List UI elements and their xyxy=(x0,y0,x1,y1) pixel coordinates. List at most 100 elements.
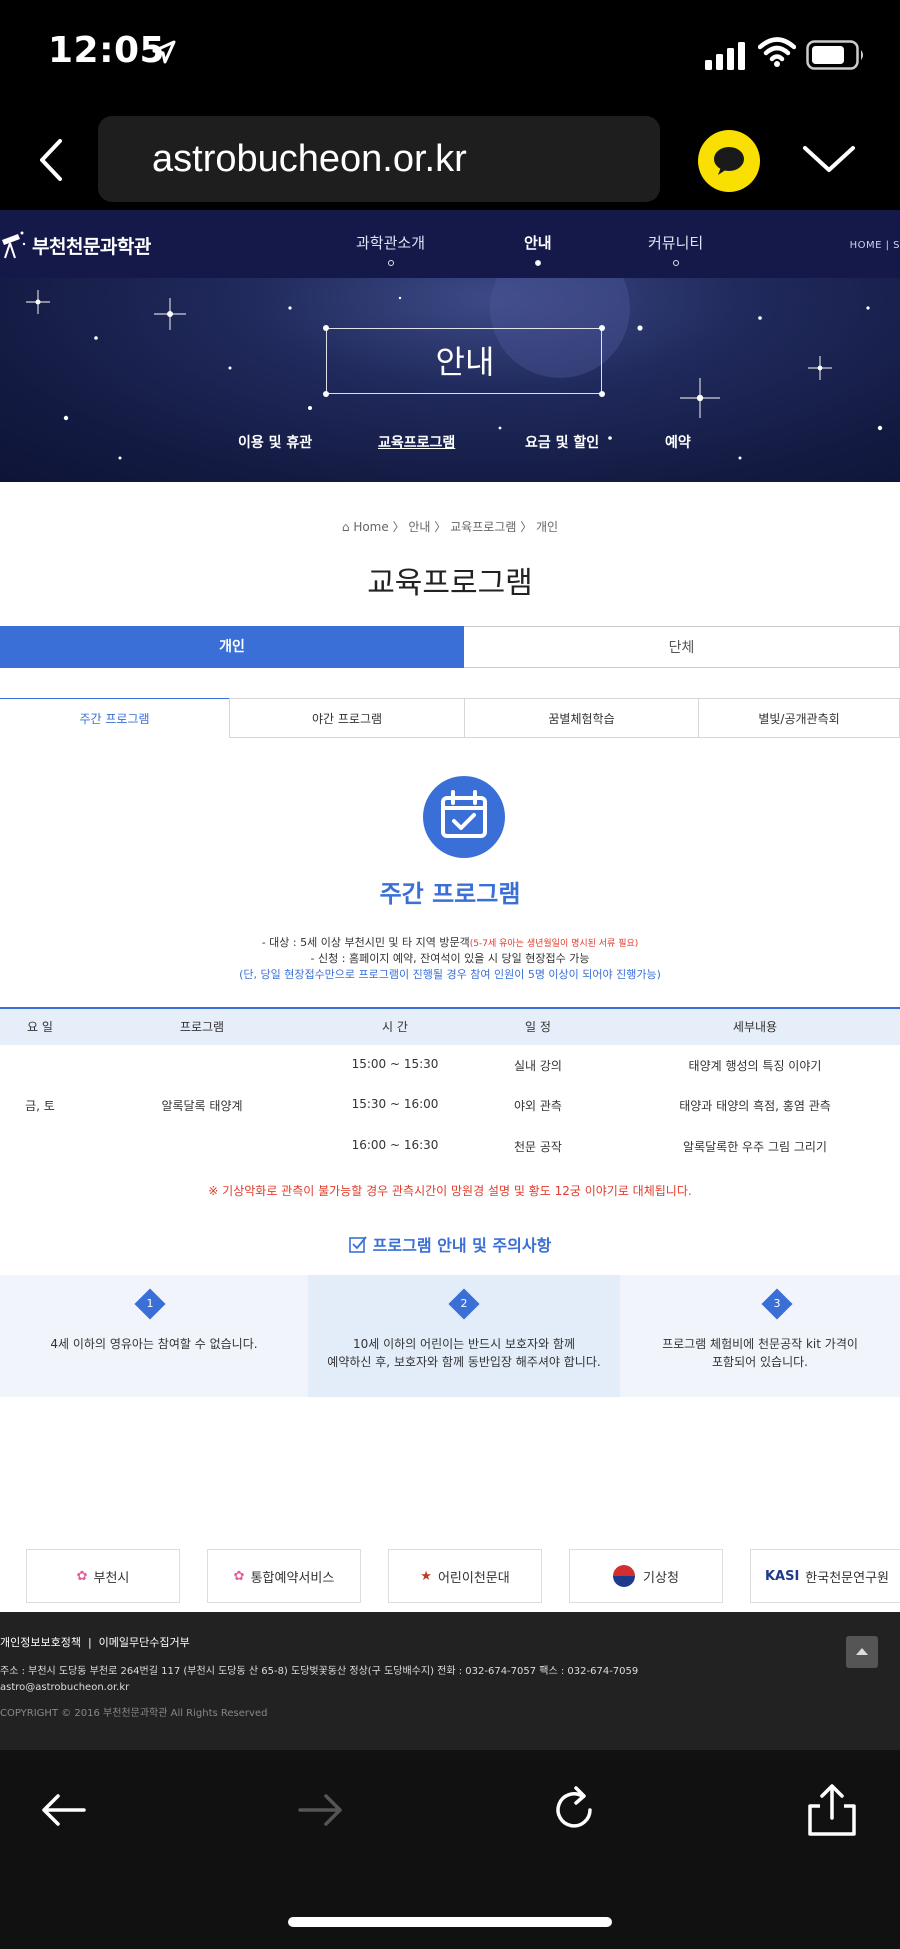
footer-address: 주소 : 부천시 도당동 부천로 264번길 117 (부천시 도당동 산 65… xyxy=(0,1666,639,1677)
kakao-talk-button[interactable] xyxy=(698,130,760,192)
breadcrumb-home[interactable]: Home xyxy=(353,520,388,534)
th-day: 요 일 xyxy=(27,1020,53,1034)
battery-icon xyxy=(806,40,863,70)
notice-text: 프로그램 체험비에 천문공작 kit 가격이 포함되어 있습니다. xyxy=(620,1335,900,1371)
site-footer: 개인정보보호정책 | 이메일무단수집거부 주소 : 부천시 도당동 부천로 26… xyxy=(0,1612,900,1750)
fantasia-logo-icon: ✿ xyxy=(233,1568,245,1584)
nav-dot xyxy=(387,260,394,266)
subtab-star-observation[interactable]: 별빛/공개관측회 xyxy=(698,698,900,738)
nav-item-guide[interactable]: 안내 xyxy=(524,232,552,266)
notice-card: 2 10세 이하의 어린이는 반드시 보호자와 함께예약하신 후, 보호자와 함… xyxy=(308,1275,620,1397)
banner-label: 어린이천문대 xyxy=(437,1570,510,1586)
info-target-text: - 대상 : 5세 이상 부천시민 및 타 지역 방문객 xyxy=(261,936,470,949)
weather-notice: ※ 기상악화로 관측이 불가능할 경우 관측시간이 망원경 설명 및 황도 12… xyxy=(208,1184,692,1198)
nav-dot xyxy=(672,260,679,266)
info-target: - 대상 : 5세 이상 부천시민 및 타 지역 방문객(5-7세 유아는 생년… xyxy=(0,934,900,950)
home-indicator xyxy=(288,1917,612,1927)
back-arrow-icon[interactable] xyxy=(34,1780,94,1840)
subtab-night-program[interactable]: 야간 프로그램 xyxy=(229,698,465,738)
notice-number-badge: 1 xyxy=(134,1288,166,1320)
hero-subnav-education[interactable]: 교육프로그램 xyxy=(378,432,455,452)
banner-label: 통합예약서비스 xyxy=(250,1570,335,1586)
breadcrumb-individual: 개인 xyxy=(536,520,559,534)
home-icon: ⌂ xyxy=(341,520,354,534)
th-time: 시 간 xyxy=(382,1020,408,1034)
footer-link-email-policy[interactable]: 이메일무단수집거부 xyxy=(99,1636,190,1649)
tab-group[interactable]: 단체 xyxy=(464,626,900,668)
banner-label: 기상청 xyxy=(643,1570,679,1586)
subtab-day-program[interactable]: 주간 프로그램 xyxy=(0,698,230,738)
footer-email: astro@astrobucheon.or.kr xyxy=(0,1682,130,1693)
web-page: 부천천문과학관 과학관소개 안내 커뮤니티 HOME | S 안내 이용 및 휴… xyxy=(0,210,900,1750)
hero-title: 안내 xyxy=(435,343,495,381)
table-cell-program: 알록달록 태양계 xyxy=(161,1099,243,1113)
telescope-logo-icon xyxy=(2,231,26,259)
chevron-down-icon[interactable] xyxy=(800,138,858,180)
nav-label: 안내 xyxy=(524,234,552,252)
table-cell-time: 16:00 ~ 16:30 xyxy=(351,1138,439,1152)
kakao-talk-icon xyxy=(714,147,744,175)
checkbox-icon xyxy=(348,1236,367,1253)
program-table: 요 일 프로그램 시 간 일 정 세부내용 금, 토 알록달록 태양계 15:0… xyxy=(0,1007,900,1154)
fantasia-logo-icon: ✿ xyxy=(76,1568,88,1584)
breadcrumb-education[interactable]: 교육프로그램 xyxy=(450,520,516,534)
table-cell-schedule: 천문 공작 xyxy=(514,1140,562,1154)
table-cell-schedule: 실내 강의 xyxy=(514,1059,562,1073)
info-target-note: (5-7세 유아는 생년월일이 명시된 서류 필요) xyxy=(469,939,639,949)
nav-dot xyxy=(534,260,541,266)
hero-subnav-reservation[interactable]: 예약 xyxy=(665,432,691,452)
scroll-top-icon xyxy=(856,1648,868,1655)
table-cell-detail: 알록달록한 우주 그림 그리기 xyxy=(683,1140,827,1154)
program-title: 주간 프로그램 xyxy=(379,880,521,908)
hero-subnav-fees[interactable]: 요금 및 할인 xyxy=(525,432,599,452)
taegeuk-logo-icon xyxy=(613,1565,636,1587)
notice-number: 3 xyxy=(773,1297,781,1310)
scroll-top-button[interactable] xyxy=(846,1636,878,1668)
kasi-logo-icon: KASI xyxy=(764,1568,800,1584)
nav-item-about[interactable]: 과학관소개 xyxy=(356,232,425,266)
hero-subnav-usage[interactable]: 이용 및 휴관 xyxy=(238,432,312,452)
notice-line: 10세 이하의 어린이는 반드시 보호자와 함께 xyxy=(352,1337,576,1351)
subtab-dream-experience[interactable]: 꿈별체험학습 xyxy=(464,698,699,738)
wifi-icon xyxy=(758,37,796,67)
notice-line: 예약하신 후, 보호자와 함께 동반입장 해주셔야 합니다. xyxy=(327,1355,601,1369)
table-cell-detail: 태양과 태양의 흑점, 홍염 관측 xyxy=(679,1099,831,1113)
url-field[interactable]: astrobucheon.or.kr xyxy=(98,116,660,202)
location-arrow-icon xyxy=(152,40,176,64)
banner-astrocamp[interactable]: ★ 어린이천문대 xyxy=(388,1549,542,1603)
back-chevron-icon[interactable] xyxy=(32,135,72,185)
table-cell-schedule: 야외 관측 xyxy=(514,1099,562,1113)
status-bar: 12:05 xyxy=(0,0,900,110)
table-cell-day: 금, 토 xyxy=(25,1099,55,1113)
notice-number: 1 xyxy=(146,1297,154,1310)
site-header: 부천천문과학관 과학관소개 안내 커뮤니티 HOME | S xyxy=(0,210,900,278)
reload-icon[interactable] xyxy=(544,1780,604,1840)
banner-kma[interactable]: 기상청 xyxy=(569,1549,723,1603)
notice-card: 3 프로그램 체험비에 천문공작 kit 가격이 포함되어 있습니다. xyxy=(620,1275,900,1397)
notice-number-badge: 3 xyxy=(761,1288,793,1320)
status-clock: 12:05 xyxy=(48,30,166,71)
banner-label: 한국천문연구원 xyxy=(805,1570,890,1586)
notice-card: 1 4세 이하의 영유아는 참여할 수 없습니다. xyxy=(0,1275,308,1397)
footer-link-privacy[interactable]: 개인정보보호정책 xyxy=(0,1636,81,1649)
tab-individual[interactable]: 개인 xyxy=(0,626,464,668)
site-logo[interactable]: 부천천문과학관 xyxy=(0,230,151,260)
table-cell-detail: 태양계 행성의 특징 이야기 xyxy=(688,1059,822,1073)
info-condition: (단, 당일 현장접수만으로 프로그램이 진행될 경우 참여 인원이 5명 이상… xyxy=(239,968,661,981)
breadcrumb-guide[interactable]: 안내 xyxy=(408,520,430,534)
nav-item-community[interactable]: 커뮤니티 xyxy=(648,232,703,266)
table-header: 요 일 프로그램 시 간 일 정 세부내용 xyxy=(0,1009,900,1045)
banner-reservation[interactable]: ✿ 통합예약서비스 xyxy=(207,1549,361,1603)
th-program: 프로그램 xyxy=(179,1020,225,1034)
notice-line: 포함되어 있습니다. xyxy=(712,1355,808,1369)
share-icon[interactable] xyxy=(802,1780,862,1840)
astrocamp-logo-icon: ★ xyxy=(420,1568,432,1584)
notice-number: 2 xyxy=(460,1297,468,1310)
banner-kasi[interactable]: KASI 한국천문연구원 xyxy=(750,1549,900,1603)
notice-text: 10세 이하의 어린이는 반드시 보호자와 함께예약하신 후, 보호자와 함께 … xyxy=(308,1335,620,1371)
hero-title-box: 안내 xyxy=(323,325,605,397)
main-tabs: 개인 단체 xyxy=(0,626,900,668)
forward-arrow-icon[interactable] xyxy=(290,1780,350,1840)
banner-bucheon[interactable]: ✿ 부천시 xyxy=(26,1549,180,1603)
nav-home-link[interactable]: HOME | S xyxy=(850,240,900,251)
